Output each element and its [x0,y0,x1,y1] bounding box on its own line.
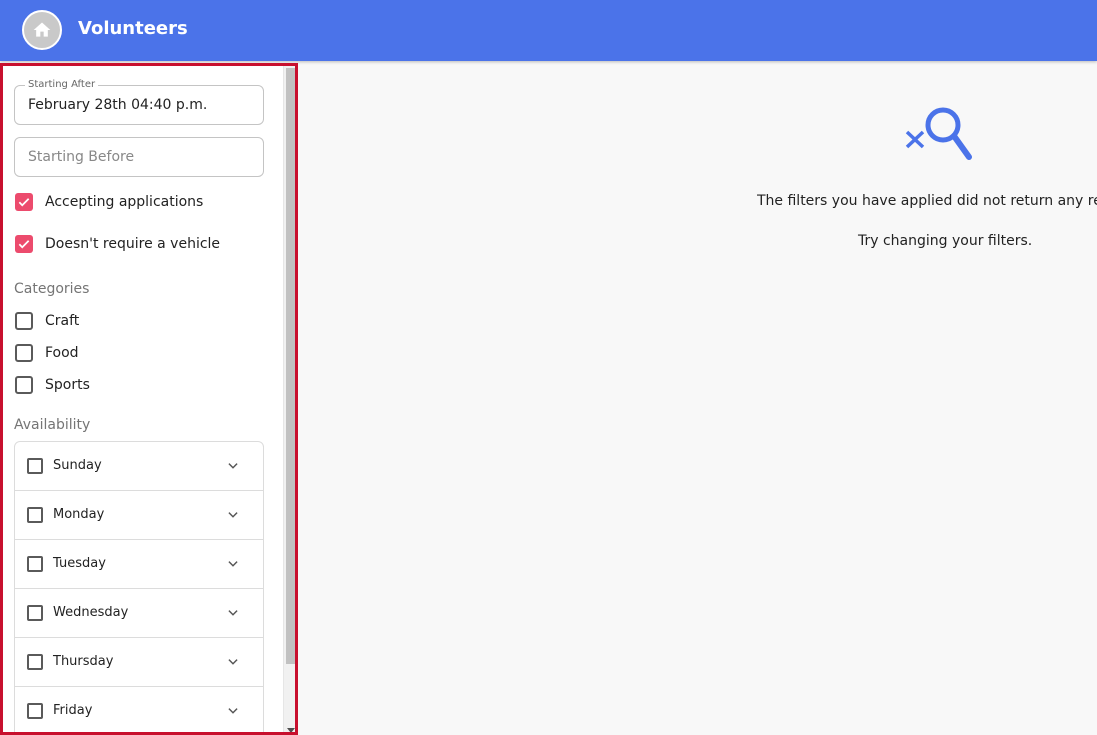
chevron-down-icon[interactable] [226,704,240,718]
app-header: Volunteers [0,0,1097,61]
day-label: Tuesday [53,556,106,571]
checkbox-unchecked[interactable] [27,654,43,670]
chevron-down-icon[interactable] [226,655,240,669]
category-sports-label: Sports [45,377,90,393]
starting-before-field [14,137,264,177]
category-food-label: Food [45,345,79,361]
checkmark-icon [18,198,30,207]
day-label: Thursday [53,654,114,669]
day-label: Wednesday [53,605,129,620]
checkbox-unchecked [15,312,33,330]
starting-before-input[interactable] [16,139,262,175]
availability-wednesday[interactable]: Wednesday [15,589,263,638]
availability-friday[interactable]: Friday [15,687,263,732]
checkbox-unchecked[interactable] [27,605,43,621]
chevron-down-icon[interactable] [226,459,240,473]
checkbox-unchecked[interactable] [27,703,43,719]
availability-sunday[interactable]: Sunday [15,442,263,491]
availability-list: Sunday Monday Tuesday Wednesday Thursday… [14,441,264,732]
accepting-applications-checkbox[interactable]: Accepting applications [15,193,203,211]
checkbox-checked [15,235,33,253]
home-icon [33,22,51,37]
availability-tuesday[interactable]: Tuesday [15,540,263,589]
checkbox-unchecked[interactable] [27,556,43,572]
chevron-down-icon[interactable] [226,508,240,522]
empty-results-hint: Try changing your filters. [858,233,1033,249]
accepting-applications-label: Accepting applications [45,194,204,210]
category-food-checkbox[interactable]: Food [15,344,79,362]
scrollbar-thumb[interactable] [286,68,295,664]
checkbox-unchecked[interactable] [27,458,43,474]
availability-monday[interactable]: Monday [15,491,263,540]
starting-after-field[interactable]: Starting After February 28th 04:40 p.m. [14,79,264,125]
categories-heading: Categories [14,281,90,297]
chevron-down-icon[interactable] [226,557,240,571]
home-button[interactable] [22,10,62,50]
filter-sidebar: Starting After February 28th 04:40 p.m. … [0,63,298,735]
checkbox-unchecked [15,376,33,394]
starting-after-label: Starting After [25,79,99,91]
category-craft-label: Craft [45,313,80,329]
search-off-icon [905,107,972,160]
checkmark-icon [18,240,30,249]
availability-thursday[interactable]: Thursday [15,638,263,687]
day-label: Friday [53,703,93,718]
no-vehicle-label: Doesn't require a vehicle [45,236,221,252]
chevron-down-icon[interactable] [226,606,240,620]
starting-after-value: February 28th 04:40 p.m. [28,97,208,113]
day-label: Monday [53,507,105,522]
checkbox-checked [15,193,33,211]
scroll-down-arrow-icon[interactable] [287,728,295,732]
no-vehicle-checkbox[interactable]: Doesn't require a vehicle [15,235,220,253]
day-label: Sunday [53,458,102,473]
category-craft-checkbox[interactable]: Craft [15,312,79,330]
checkbox-unchecked[interactable] [27,507,43,523]
category-sports-checkbox[interactable]: Sports [15,376,90,394]
sidebar-scrollbar[interactable] [283,66,295,732]
page-title: Volunteers [78,18,188,39]
availability-heading: Availability [14,417,91,433]
checkbox-unchecked [15,344,33,362]
empty-results-message: The filters you have applied did not ret… [757,193,1097,209]
